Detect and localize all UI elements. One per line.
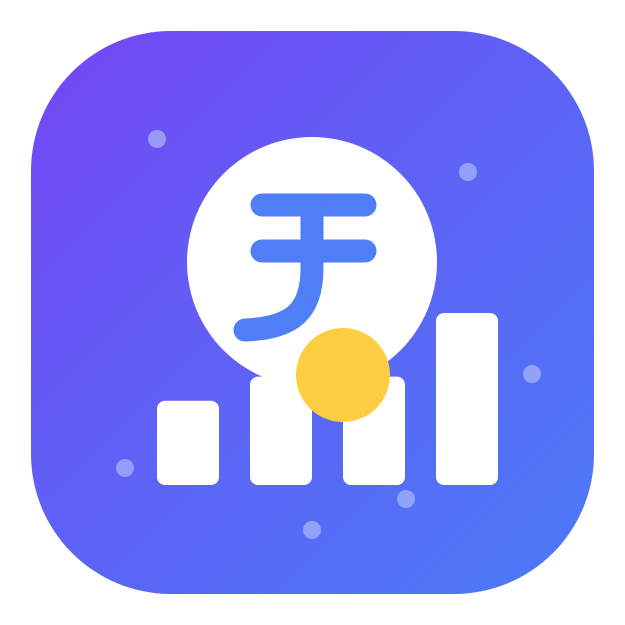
icon-stage [0, 0, 625, 625]
sparkle-dot [303, 521, 321, 539]
sparkle-dot [459, 163, 477, 181]
sparkle-dot [397, 490, 415, 508]
rupee-growth-icon [116, 130, 541, 539]
growth-bar [436, 313, 498, 485]
sparkle-dot [148, 130, 166, 148]
sparkle-dot [523, 365, 541, 383]
accent-coin [296, 328, 390, 422]
sparkle-dot [116, 459, 134, 477]
growth-bar [157, 400, 219, 485]
